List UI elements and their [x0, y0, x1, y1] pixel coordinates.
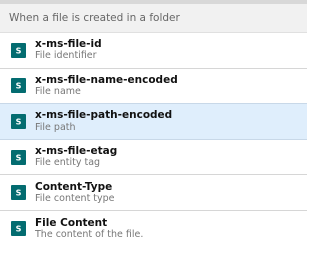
item-name: Content-Type [35, 180, 113, 193]
item-description: The content of the file. [35, 228, 144, 240]
sharepoint-icon: S [11, 113, 26, 129]
item-description: File entity tag [35, 157, 101, 169]
sharepoint-icon: S [11, 149, 26, 165]
svg-text:S: S [16, 224, 22, 233]
sharepoint-icon: S [11, 221, 26, 237]
sharepoint-icon: S [11, 78, 26, 94]
item-name: x-ms-file-etag [35, 145, 118, 158]
list-item-x-ms-file-path-encoded[interactable]: S x-ms-file-path-encoded File path [0, 103, 307, 140]
svg-text:S: S [16, 188, 22, 197]
item-name: x-ms-file-path-encoded [35, 109, 173, 122]
svg-text:S: S [16, 117, 22, 126]
item-description: File name [35, 85, 81, 97]
dynamic-content-list: S x-ms-file-id File identifier S x-ms-fi… [0, 33, 307, 247]
trigger-section-header: When a file is created in a folder [0, 4, 307, 33]
item-name: x-ms-file-name-encoded [35, 73, 178, 86]
dynamic-content-panel: When a file is created in a folder S x-m… [0, 0, 307, 261]
sharepoint-icon: S [11, 42, 26, 58]
trigger-title: When a file is created in a folder [9, 12, 180, 24]
item-name: x-ms-file-id [35, 38, 102, 51]
item-name: File Content [35, 216, 108, 229]
list-item-file-content[interactable]: S File Content The content of the file. [0, 211, 307, 247]
svg-text:S: S [16, 153, 22, 162]
list-item-x-ms-file-id[interactable]: S x-ms-file-id File identifier [0, 33, 307, 69]
list-item-x-ms-file-name-encoded[interactable]: S x-ms-file-name-encoded File name [0, 69, 307, 105]
item-description: File path [35, 121, 76, 133]
item-description: File identifier [35, 50, 97, 62]
list-item-content-type[interactable]: S Content-Type File content type [0, 175, 307, 211]
sharepoint-icon: S [11, 185, 26, 201]
svg-text:S: S [16, 81, 22, 90]
list-item-x-ms-file-etag[interactable]: S x-ms-file-etag File entity tag [0, 140, 307, 176]
item-description: File content type [35, 192, 115, 204]
svg-text:S: S [16, 46, 22, 55]
